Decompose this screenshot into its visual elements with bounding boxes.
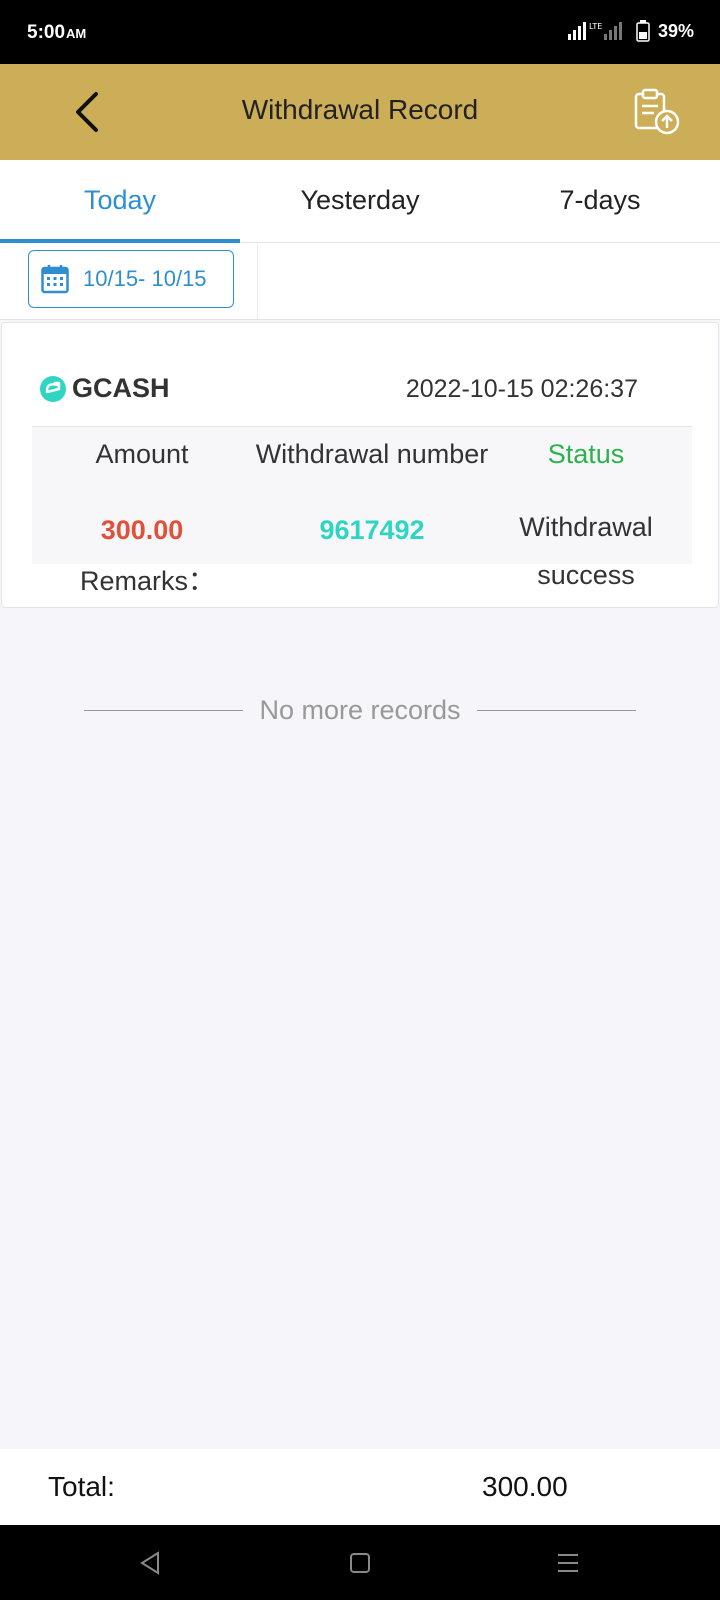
total-value: 300.00 xyxy=(482,1471,568,1502)
square-home-icon xyxy=(350,1553,370,1573)
status-value-line1: Withdrawal xyxy=(519,512,653,542)
tab-today[interactable]: Today xyxy=(0,160,240,243)
export-record-button[interactable] xyxy=(630,86,682,138)
battery-icon xyxy=(636,20,650,42)
nav-menu-button[interactable] xyxy=(548,1545,588,1581)
withdrawal-record-card[interactable]: GCASH 2022-10-15 02:26:37 Amount Withdra… xyxy=(1,322,719,608)
signal-icon: LTE xyxy=(567,22,622,40)
withdrawal-number-header: Withdrawal number xyxy=(255,439,489,469)
tab-7-days[interactable]: 7-days xyxy=(480,160,720,242)
system-nav-bar xyxy=(0,1525,720,1600)
total-bar: Total: 300.00 xyxy=(0,1449,720,1525)
status-time-value: 5:00 xyxy=(27,22,66,43)
status-indicators: LTE 39% xyxy=(566,20,694,42)
no-more-records-text: No more records xyxy=(259,694,461,725)
clipboard-upload-icon xyxy=(634,88,680,135)
record-details: Amount Withdrawal number Status 300.00 9… xyxy=(32,426,692,590)
svg-text:LTE: LTE xyxy=(589,22,602,31)
nav-home-button[interactable] xyxy=(340,1545,380,1581)
date-range-button[interactable]: 10/15- 10/15 xyxy=(28,250,234,308)
divider-left xyxy=(84,709,244,711)
status-header: Status xyxy=(547,439,625,469)
status-value: Withdrawal success xyxy=(506,503,666,599)
amount-value: 300.00 xyxy=(100,515,184,545)
triangle-back-icon xyxy=(140,1551,159,1575)
record-datetime: 2022-10-15 02:26:37 xyxy=(405,375,638,403)
nav-back-button[interactable] xyxy=(130,1545,170,1581)
withdrawal-number-value: 9617492 xyxy=(319,515,425,545)
filter-row: 10/15- 10/15 xyxy=(0,243,720,320)
provider-name: GCASH xyxy=(72,373,170,403)
date-range-text: 10/15- 10/15 xyxy=(83,266,207,291)
menu-lines-icon xyxy=(558,1554,578,1572)
divider-right xyxy=(476,709,637,711)
remarks-label: Remarks： xyxy=(80,566,216,596)
tab-yesterday[interactable]: Yesterday xyxy=(240,160,480,242)
gcash-logo-icon xyxy=(40,375,66,402)
filter-cell: 10/15- 10/15 xyxy=(0,243,258,319)
status-time-ampm: AM xyxy=(66,26,87,41)
app-header: Withdrawal Record xyxy=(0,64,720,160)
date-tabs: Today Yesterday 7-days xyxy=(0,160,720,243)
amount-header: Amount xyxy=(95,439,189,469)
status-bar: 5:00AM LTE 39% xyxy=(0,0,720,64)
calendar-icon xyxy=(41,265,69,294)
battery-percent: 39% xyxy=(657,20,694,41)
status-time: 5:00AM xyxy=(27,22,86,44)
provider: GCASH xyxy=(38,373,170,404)
no-more-records: No more records xyxy=(84,690,637,730)
status-value-line2: success xyxy=(537,560,635,590)
total-label: Total: xyxy=(48,1471,115,1502)
page-title: Withdrawal Record xyxy=(241,94,479,125)
